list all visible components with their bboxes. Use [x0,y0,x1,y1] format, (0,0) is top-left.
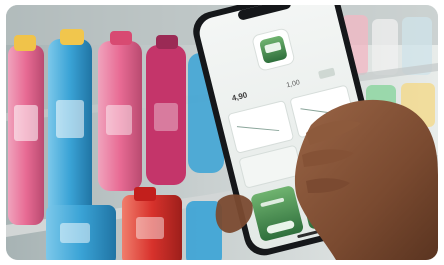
scene-svg: 4,90 1,00 [6,5,438,260]
photo: 4,90 1,00 [6,5,438,260]
